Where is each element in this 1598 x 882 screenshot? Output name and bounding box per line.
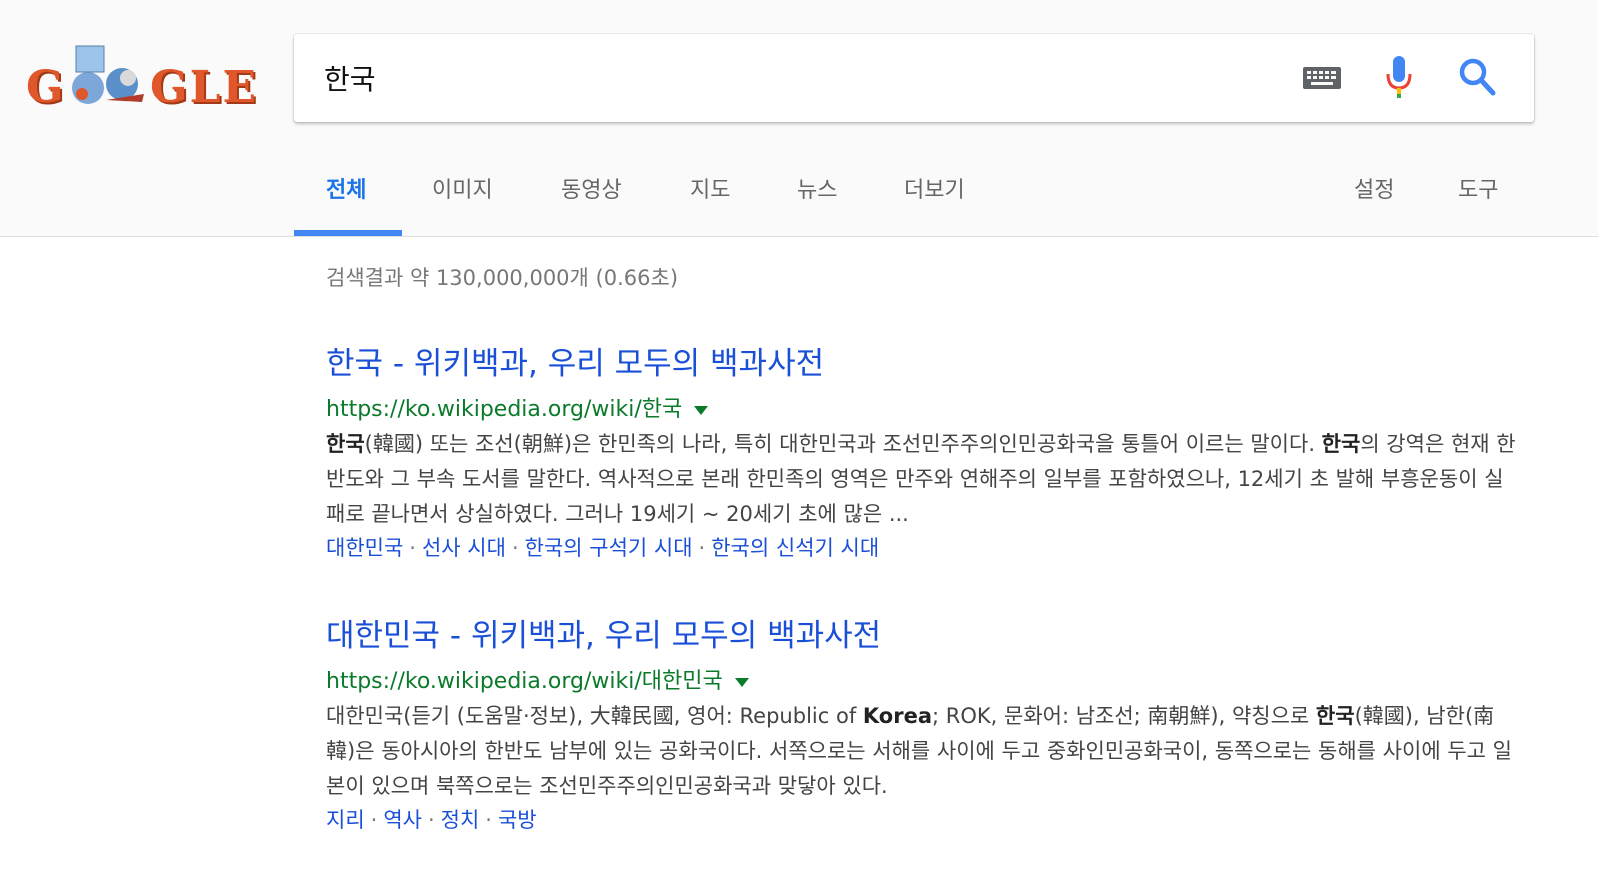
result-title-link[interactable]: 대한민국 - 위키백과, 우리 모두의 백과사전: [326, 610, 1516, 655]
search-tabs: 전체 이미지 동영상 지도 뉴스 더보기 설정 도구: [0, 150, 1598, 236]
tab-settings[interactable]: 설정: [1354, 172, 1394, 204]
sitelink-separator: ·: [485, 808, 492, 832]
sitelink[interactable]: 한국의 신석기 시대: [711, 536, 879, 560]
sitelink[interactable]: 국방: [498, 808, 537, 832]
search-result: 대한민국 - 위키백과, 우리 모두의 백과사전 https://ko.wiki…: [326, 610, 1516, 834]
search-result: 한국 - 위키백과, 우리 모두의 백과사전 https://ko.wikipe…: [326, 338, 1516, 562]
search-box: [294, 34, 1534, 122]
sitelink-separator: ·: [370, 808, 378, 832]
tab-more[interactable]: 더보기: [904, 172, 965, 204]
result-url: https://ko.wikipedia.org/wiki/한국: [326, 391, 1516, 423]
tab-videos[interactable]: 동영상: [561, 172, 622, 204]
google-doodle-logo[interactable]: G GLE: [24, 38, 264, 118]
search-input[interactable]: [324, 56, 1224, 100]
logo-letters-gle: GLE: [150, 62, 259, 113]
result-sitelinks: 지리 · 역사 · 정치 · 국방: [326, 804, 1516, 834]
snippet-text: ; ROK, 문화어: 남조선; 南朝鮮), 약칭으로: [932, 704, 1316, 728]
snippet-highlight: Korea: [862, 704, 932, 728]
keyboard-icon[interactable]: [1302, 62, 1342, 94]
tab-news[interactable]: 뉴스: [797, 172, 837, 204]
snippet-highlight: 한국: [326, 432, 365, 456]
tab-images[interactable]: 이미지: [432, 172, 493, 204]
result-url: https://ko.wikipedia.org/wiki/대한민국: [326, 663, 1516, 695]
result-snippet: 한국(韓國) 또는 조선(朝鮮)은 한민족의 나라, 특히 대한민국과 조선민주…: [326, 427, 1516, 532]
result-sitelinks: 대한민국 · 선사 시대 · 한국의 구석기 시대 · 한국의 신석기 시대: [326, 532, 1516, 562]
active-tab-indicator: [294, 230, 402, 236]
sitelink[interactable]: 지리: [326, 808, 365, 832]
snippet-highlight: 한국: [1321, 432, 1361, 456]
sitelink-separator: ·: [511, 536, 519, 560]
tab-tools[interactable]: 도구: [1458, 172, 1498, 204]
snippet-highlight: 한국: [1315, 704, 1355, 728]
search-icon[interactable]: [1457, 56, 1497, 98]
result-url-text: https://ko.wikipedia.org/wiki/대한민국: [326, 669, 723, 694]
tab-maps[interactable]: 지도: [690, 172, 730, 204]
sitelink[interactable]: 대한민국: [326, 536, 403, 560]
snippet-text: (韓國) 또는 조선(朝鮮)은 한민족의 나라, 특히 대한민국과 조선민주주의…: [364, 432, 1322, 456]
result-title-link[interactable]: 한국 - 위키백과, 우리 모두의 백과사전: [326, 338, 1516, 383]
sitelink[interactable]: 한국의 구석기 시대: [525, 536, 693, 560]
result-stats: 검색결과 약 130,000,000개 (0.66초): [326, 266, 679, 290]
sitelink-separator: ·: [409, 536, 416, 560]
url-dropdown-arrow-icon[interactable]: [734, 677, 749, 687]
sitelink-separator: ·: [698, 536, 706, 560]
snippet-text: 대한민국(듣기 (도움말·정보), 大韓民國, 영어: Republic of: [326, 704, 863, 728]
sitelink[interactable]: 역사: [383, 808, 422, 832]
sitelink[interactable]: 정치: [441, 808, 480, 832]
header-bar: G GLE 전체 이미지: [0, 0, 1598, 237]
sitelink[interactable]: 선사 시대: [422, 536, 506, 560]
sitelink-separator: ·: [427, 808, 435, 832]
result-snippet: 대한민국(듣기 (도움말·정보), 大韓民國, 영어: Republic of …: [326, 699, 1516, 804]
tab-all[interactable]: 전체: [326, 172, 366, 204]
logo-letter-g: G: [26, 62, 66, 113]
result-url-text: https://ko.wikipedia.org/wiki/한국: [326, 397, 683, 422]
url-dropdown-arrow-icon[interactable]: [694, 405, 709, 415]
microphone-icon[interactable]: [1384, 54, 1414, 100]
